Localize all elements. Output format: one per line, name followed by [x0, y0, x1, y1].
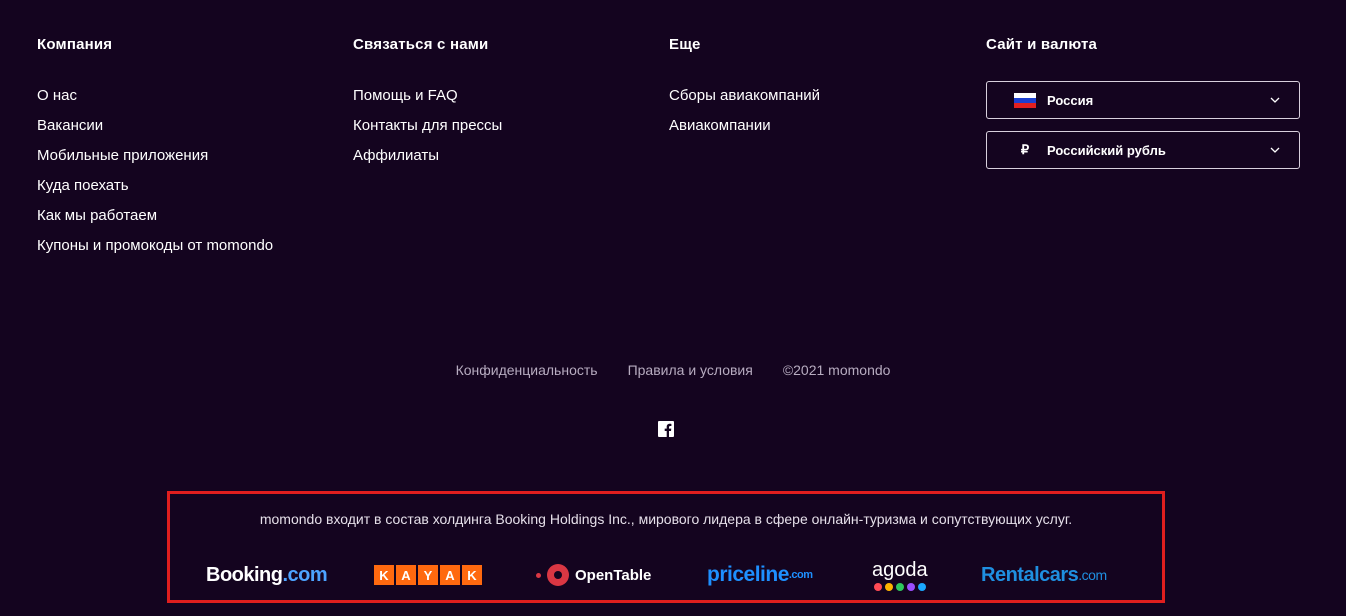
kayak-letter: A — [440, 565, 460, 585]
country-select-value: Россия — [1047, 92, 1094, 108]
chevron-down-icon — [1270, 97, 1280, 103]
list-item: Куда поехать — [37, 171, 273, 201]
priceline-logo[interactable]: priceline .com — [707, 560, 813, 590]
link-destinations[interactable]: Куда поехать — [37, 177, 129, 194]
opentable-logo-text: OpenTable — [575, 566, 652, 584]
opentable-logo[interactable]: OpenTable — [536, 560, 651, 590]
privacy-link[interactable]: Конфиденциальность — [456, 362, 598, 378]
country-select[interactable]: Россия — [986, 81, 1300, 119]
link-how-we-work[interactable]: Как мы работаем — [37, 207, 157, 224]
agoda-logo[interactable]: agoda — [872, 554, 928, 596]
link-coupons[interactable]: Купоны и промокоды от momondo — [37, 237, 273, 254]
copyright-text: ©2021 momondo — [782, 362, 891, 378]
list-item: Контакты для прессы — [353, 111, 502, 141]
column-title: Компания — [37, 36, 113, 53]
list-item: Мобильные приложения — [37, 141, 273, 171]
rentalcars-logo[interactable]: Rentalcars .com — [981, 560, 1107, 590]
agoda-dots-icon — [873, 583, 926, 591]
russia-flag-icon — [1013, 92, 1037, 108]
currency-select-value: Российский рубль — [1047, 142, 1166, 158]
currency-select[interactable]: ₽ Российский рубль — [986, 131, 1300, 169]
link-about[interactable]: О нас — [37, 87, 77, 104]
link-affiliates[interactable]: Аффилиаты — [353, 147, 439, 164]
kayak-letter: Y — [418, 565, 438, 585]
footer-column-more: Еще Сборы авиакомпаний Авиакомпании — [669, 36, 820, 141]
column-title: Еще — [669, 36, 701, 53]
list-item: Помощь и FAQ — [353, 81, 502, 111]
priceline-logo-dot: .com — [788, 569, 813, 581]
link-airlines[interactable]: Авиакомпании — [669, 117, 771, 134]
list-item: Сборы авиакомпаний — [669, 81, 820, 111]
footer-column-contact: Связаться с нами Помощь и FAQ Контакты д… — [353, 36, 502, 171]
kayak-letter: A — [396, 565, 416, 585]
link-press[interactable]: Контакты для прессы — [353, 117, 502, 134]
column-title: Сайт и валюта — [986, 36, 1098, 53]
list-item: Купоны и промокоды от momondo — [37, 231, 273, 261]
link-help-faq[interactable]: Помощь и FAQ — [353, 87, 458, 104]
link-careers[interactable]: Вакансии — [37, 117, 103, 134]
list-item: Вакансии — [37, 111, 273, 141]
link-list: Сборы авиакомпаний Авиакомпании — [669, 81, 820, 141]
link-list: О нас Вакансии Мобильные приложения Куда… — [37, 81, 273, 261]
list-item: О нас — [37, 81, 273, 111]
brand-logos: Booking .com K A Y A K OpenTable pricelin… — [170, 559, 1162, 591]
link-airline-fees[interactable]: Сборы авиакомпаний — [669, 87, 820, 104]
list-item: Как мы работаем — [37, 201, 273, 231]
agoda-logo-text: agoda — [872, 559, 928, 581]
legal-links: Конфиденциальность Правила и условия ©20… — [0, 362, 1346, 378]
rentalcars-logo-main: Rentalcars — [981, 563, 1079, 586]
booking-logo-dot: .com — [282, 563, 328, 586]
kayak-letter: K — [462, 565, 482, 585]
kayak-letter: K — [374, 565, 394, 585]
site-footer: Компания О нас Вакансии Мобильные прилож… — [0, 0, 1346, 616]
opentable-dot-icon — [536, 572, 541, 578]
opentable-ring-icon — [547, 564, 569, 586]
holding-banner: momondo входит в состав холдинга Booking… — [167, 491, 1165, 603]
list-item: Аффилиаты — [353, 141, 502, 171]
booking-logo[interactable]: Booking .com — [206, 560, 328, 590]
kayak-logo[interactable]: K A Y A K — [374, 560, 482, 590]
link-list: Помощь и FAQ Контакты для прессы Аффилиа… — [353, 81, 502, 171]
chevron-down-icon — [1270, 147, 1280, 153]
ruble-icon: ₽ — [1020, 142, 1030, 157]
list-item: Авиакомпании — [669, 111, 820, 141]
terms-link[interactable]: Правила и условия — [628, 362, 753, 378]
footer-column-company: Компания О нас Вакансии Мобильные прилож… — [37, 36, 273, 261]
link-mobile-apps[interactable]: Мобильные приложения — [37, 147, 208, 164]
rentalcars-logo-dot: .com — [1078, 567, 1107, 583]
booking-logo-main: Booking — [206, 563, 283, 586]
facebook-icon[interactable] — [658, 421, 674, 437]
priceline-logo-main: priceline — [707, 563, 789, 586]
footer-column-site-currency: Сайт и валюта — [986, 36, 1097, 81]
holding-note: momondo входит в состав холдинга Booking… — [259, 511, 1073, 527]
column-title: Связаться с нами — [353, 36, 489, 53]
